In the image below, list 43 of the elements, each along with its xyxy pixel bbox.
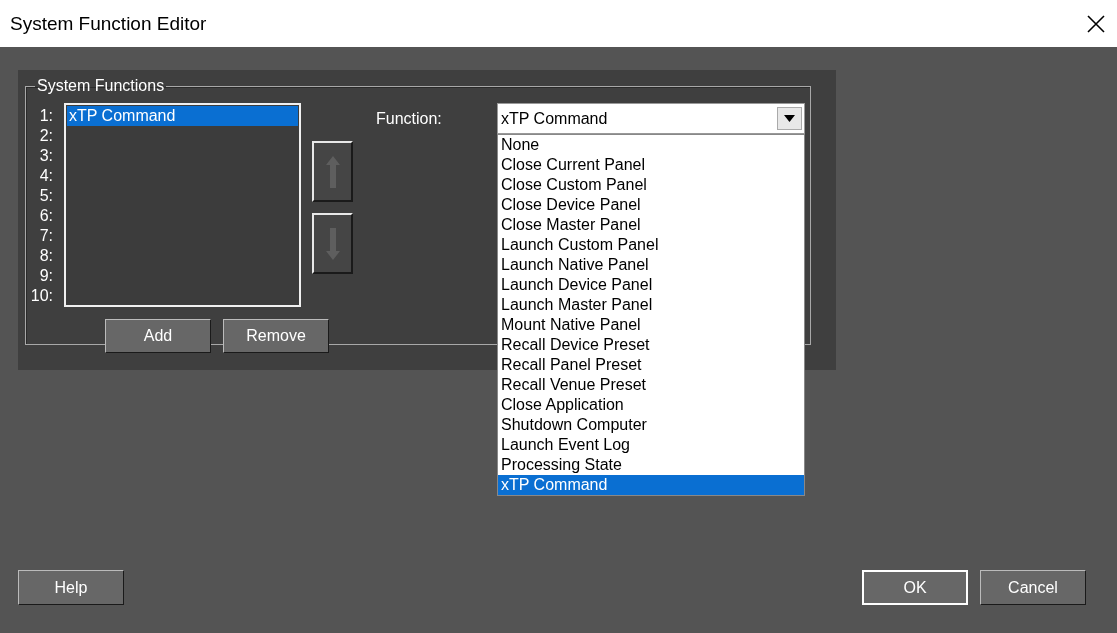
dropdown-option[interactable]: Close Custom Panel [498, 175, 804, 195]
dropdown-option[interactable]: Recall Panel Preset [498, 355, 804, 375]
dropdown-option[interactable]: Close Current Panel [498, 155, 804, 175]
slot-number: 1: [39, 106, 53, 126]
dropdown-option[interactable]: Launch Custom Panel [498, 235, 804, 255]
slot-button[interactable]: Remove [223, 319, 329, 353]
function-dropdown[interactable]: xTP Command [497, 103, 805, 134]
slot-number: 5: [39, 186, 53, 206]
dropdown-option[interactable]: Close Master Panel [498, 215, 804, 235]
slot-number: 7: [39, 226, 53, 246]
dropdown-option[interactable]: Recall Venue Preset [498, 375, 804, 395]
slot-number: 6: [39, 206, 53, 226]
dropdown-option[interactable]: Launch Device Panel [498, 275, 804, 295]
dropdown-option[interactable]: Recall Device Preset [498, 335, 804, 355]
slot-number: 10: [30, 286, 53, 306]
dialog-button[interactable]: OK [862, 570, 968, 605]
dropdown-option[interactable]: Launch Native Panel [498, 255, 804, 275]
slot-number: 4: [39, 166, 53, 186]
slot-button[interactable]: Add [105, 319, 211, 353]
dropdown-option[interactable]: None [498, 135, 804, 155]
slot-number: 3: [39, 146, 53, 166]
close-icon[interactable] [1087, 14, 1105, 33]
dropdown-option[interactable]: Close Application [498, 395, 804, 415]
dropdown-option[interactable]: Mount Native Panel [498, 315, 804, 335]
help-button[interactable]: Help [18, 570, 124, 605]
dropdown-caret-icon[interactable] [777, 107, 802, 130]
slot-number: 8: [39, 246, 53, 266]
dropdown-option[interactable]: Launch Event Log [498, 435, 804, 455]
down-arrow-icon [324, 225, 341, 262]
dropdown-option[interactable]: Close Device Panel [498, 195, 804, 215]
slot-number: 9: [39, 266, 53, 286]
dialog-button[interactable]: Cancel [980, 570, 1086, 605]
move-down-button[interactable] [312, 213, 353, 274]
dropdown-option[interactable]: Shutdown Computer [498, 415, 804, 435]
dropdown-option[interactable]: Processing State [498, 455, 804, 475]
list-item[interactable]: xTP Command [67, 106, 298, 126]
slot-number: 2: [39, 126, 53, 146]
move-up-button[interactable] [312, 141, 353, 202]
function-label: Function: [376, 110, 443, 129]
window-title: System Function Editor [10, 12, 207, 35]
dropdown-option[interactable]: xTP Command [498, 475, 804, 495]
group-label: System Functions [36, 77, 166, 95]
dropdown-option[interactable]: Launch Master Panel [498, 295, 804, 315]
